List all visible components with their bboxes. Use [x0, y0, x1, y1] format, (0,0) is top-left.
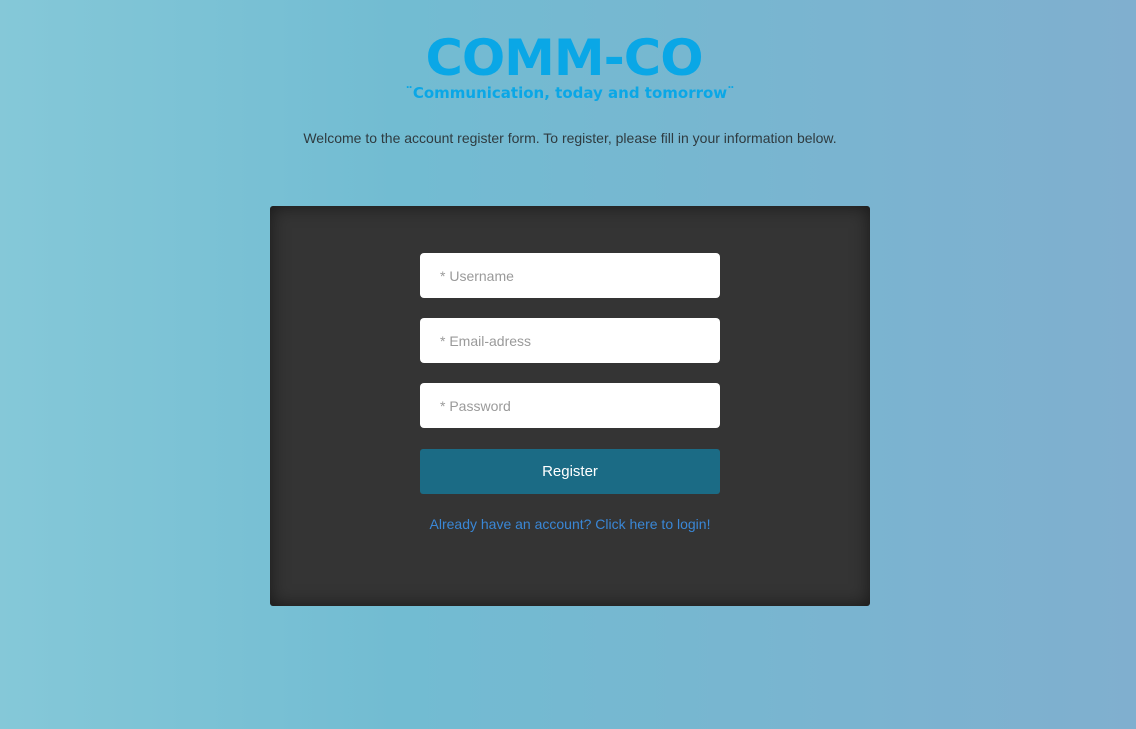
login-link[interactable]: Already have an account? Click here to l… — [420, 515, 720, 533]
brand-tagline: ¨Communication, today and tomorrow¨ — [405, 84, 735, 102]
register-button[interactable]: Register — [420, 449, 720, 494]
username-input[interactable] — [420, 253, 720, 298]
register-panel: Register Already have an account? Click … — [270, 206, 870, 606]
brand-logo: COMM-CO ¨Communication, today and tomorr… — [396, 30, 744, 106]
welcome-text: Welcome to the account register form. To… — [303, 130, 837, 146]
brand-tagline-text: Communication, today and tomorrow — [412, 84, 728, 102]
brand-title: COMM-CO — [425, 29, 703, 87]
password-input[interactable] — [420, 383, 720, 428]
email-input[interactable] — [420, 318, 720, 363]
